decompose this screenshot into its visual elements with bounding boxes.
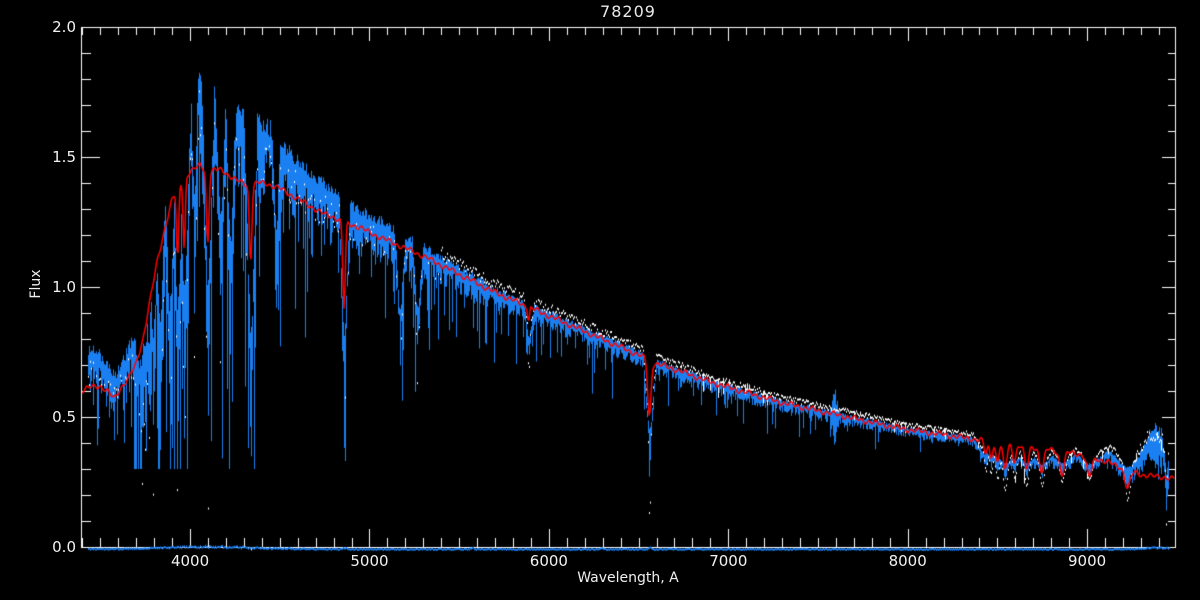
y-tick-label: 0.5: [52, 408, 76, 426]
x-tick-label: 7000: [709, 552, 748, 570]
x-tick-label: 9000: [1067, 552, 1107, 570]
spectrum-plot-canvas: [0, 0, 1200, 600]
y-tick-label: 1.5: [52, 148, 76, 166]
x-axis-label: Wavelength, A: [577, 570, 679, 586]
y-tick-label: 0.0: [52, 538, 76, 556]
x-tick-label: 8000: [888, 552, 927, 570]
chart-title: 78209: [600, 2, 656, 21]
x-tick-label: 4000: [170, 552, 210, 570]
x-tick-label: 5000: [350, 552, 389, 570]
y-tick-label: 2.0: [52, 18, 76, 36]
x-tick-label: 6000: [529, 552, 568, 570]
y-tick-label: 1.0: [52, 278, 76, 296]
spectrum-figure: 78209 Wavelength, A Flux 4000 5000 6000 700…: [0, 0, 1200, 600]
